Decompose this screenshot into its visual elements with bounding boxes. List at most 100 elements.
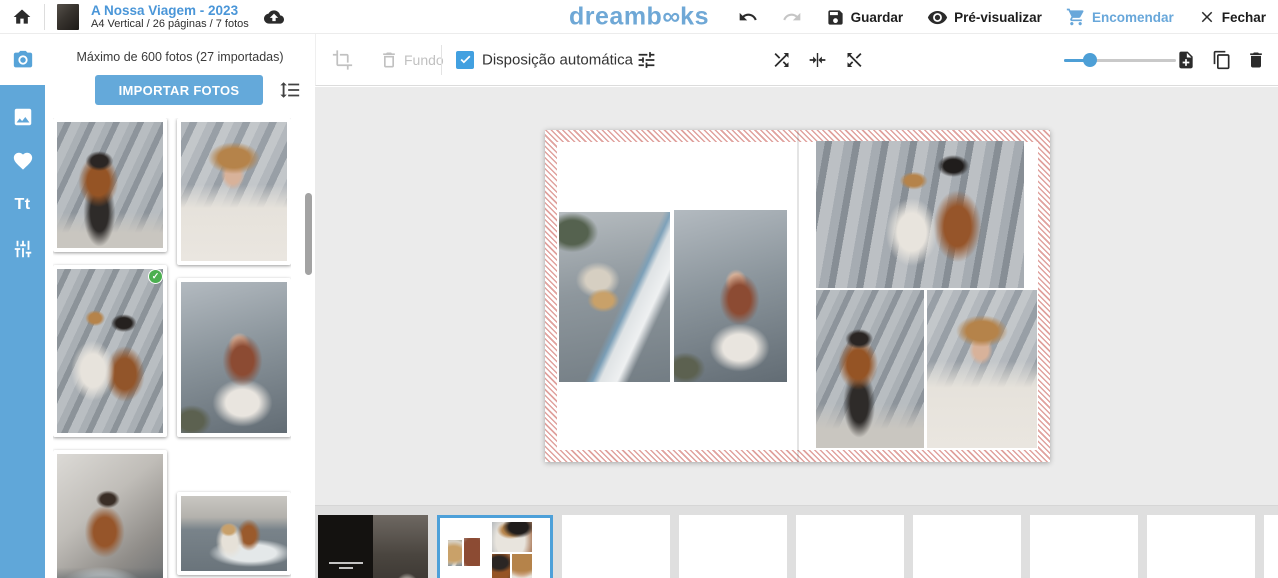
mini-photo — [512, 554, 532, 578]
close-label: Fechar — [1222, 10, 1266, 25]
photo-image — [181, 122, 287, 261]
mini-photo — [448, 540, 462, 566]
page-thumbnail-blank-3[interactable] — [679, 515, 787, 578]
shuffle-photos-icon[interactable] — [844, 49, 865, 70]
photo-column-right — [177, 118, 291, 578]
page-thumbnail-blank-4[interactable] — [796, 515, 904, 578]
eye-icon — [927, 7, 948, 28]
camera-icon — [12, 49, 34, 71]
sort-order-icon[interactable] — [279, 79, 301, 101]
undo-icon[interactable] — [738, 7, 758, 27]
image-icon — [12, 106, 34, 128]
save-label: Guardar — [851, 10, 904, 25]
photo-limit-label: Máximo de 600 fotos (27 importadas) — [45, 50, 315, 64]
page-gutter — [797, 130, 799, 462]
cart-icon — [1066, 7, 1086, 27]
cover-title-line — [329, 562, 363, 564]
photobook-editor: A Nossa Viagem - 2023 A4 Vertical / 26 p… — [0, 0, 1278, 578]
zoom-slider[interactable] — [1064, 53, 1176, 67]
mini-photo — [464, 538, 480, 566]
remove-background-button[interactable]: Fundo — [379, 50, 444, 70]
book-title[interactable]: A Nossa Viagem - 2023 — [91, 3, 249, 19]
sidebar-item-photos[interactable] — [0, 34, 45, 85]
spread-photo-woman-reaching-from-boat[interactable] — [559, 212, 670, 382]
merge-arrows-icon[interactable] — [807, 49, 828, 70]
delete-page-icon[interactable] — [1246, 50, 1266, 70]
close-icon — [1198, 8, 1216, 26]
book-meta: A Nossa Viagem - 2023 A4 Vertical / 26 p… — [91, 3, 249, 31]
photo-thumb-woman-with-hat-portrait[interactable] — [177, 118, 291, 265]
page-thumbnail-blank-5[interactable] — [913, 515, 1021, 578]
trash-outline-icon — [379, 50, 399, 70]
close-button[interactable]: Fechar — [1198, 8, 1266, 26]
background-label: Fundo — [404, 52, 444, 68]
save-icon — [826, 8, 845, 27]
mini-photo — [492, 522, 532, 552]
photo-image — [57, 269, 163, 433]
photo-image — [57, 122, 163, 248]
photo-panel: Máximo de 600 fotos (27 importadas) IMPO… — [45, 34, 315, 578]
page-thumbnail-blank-6[interactable] — [1030, 515, 1138, 578]
photo-grid: ✓ — [53, 118, 291, 578]
sidebar-tools: Tt — [0, 85, 45, 578]
spread-photo-woman-leaning-back-by-lake[interactable] — [674, 210, 787, 382]
import-photos-button[interactable]: IMPORTAR FOTOS — [95, 75, 263, 105]
save-button[interactable]: Guardar — [826, 8, 904, 27]
home-icon[interactable] — [12, 7, 32, 27]
cover-front — [318, 515, 373, 578]
crop-icon[interactable] — [332, 49, 353, 70]
preview-label: Pré-visualizar — [954, 10, 1042, 25]
cloud-upload-icon[interactable] — [261, 7, 287, 27]
auto-layout-checkbox[interactable] — [456, 51, 474, 69]
heart-icon — [12, 150, 34, 172]
editor-canvas[interactable] — [315, 87, 1278, 505]
shuffle-layout-icon[interactable] — [771, 49, 792, 70]
photo-used-check-icon: ✓ — [148, 269, 163, 284]
photo-column-left: ✓ — [53, 118, 167, 578]
photo-thumb-man-sitting-in-boat-cave[interactable] — [53, 450, 167, 578]
photo-image — [181, 496, 287, 571]
add-page-icon[interactable] — [1176, 50, 1196, 70]
photo-image — [57, 454, 163, 578]
cover-photo — [373, 515, 428, 578]
text-icon: Tt — [14, 196, 30, 214]
tune-icon[interactable] — [636, 49, 657, 70]
page-thumbnail-book-cover[interactable] — [318, 515, 428, 578]
pages-strip — [315, 505, 1278, 578]
page-thumbnail-blank-8[interactable] — [1264, 515, 1278, 578]
cover-title-line — [339, 567, 353, 569]
sidebar-item-text[interactable]: Tt — [0, 183, 45, 227]
duplicate-page-icon[interactable] — [1212, 50, 1232, 70]
tune-icon — [12, 238, 34, 260]
divider — [441, 45, 442, 75]
order-button[interactable]: Encomendar — [1066, 7, 1174, 27]
auto-layout-label: Disposição automática — [482, 51, 633, 68]
spread-photo-couple-at-marble-wall[interactable] — [816, 141, 1024, 288]
photo-panel-scrollbar[interactable] — [305, 193, 312, 275]
divider — [44, 4, 45, 30]
photo-image — [181, 282, 287, 433]
redo-icon — [782, 7, 802, 27]
page-thumbnail-blank-7[interactable] — [1147, 515, 1255, 578]
photo-thumb-woman-leaning-back-by-lake[interactable] — [177, 278, 291, 437]
book-specs: A4 Vertical / 26 páginas / 7 fotos — [91, 18, 249, 31]
spread-photo-woman-with-hat-portrait[interactable] — [927, 290, 1037, 448]
page-thumbnail-pages-2-3[interactable] — [437, 515, 553, 578]
photo-thumb-couple-rowing-boat[interactable] — [177, 492, 291, 575]
editor-toolbar: Fundo Disposição automática — [315, 34, 1278, 86]
page-thumbnail-blank-2[interactable] — [562, 515, 670, 578]
order-label: Encomendar — [1092, 10, 1174, 25]
sidebar-item-settings[interactable] — [0, 227, 45, 271]
book-spread[interactable] — [545, 130, 1050, 462]
sidebar: Tt — [0, 34, 45, 578]
photo-thumb-couple-selfie-on-rocks[interactable]: ✓ — [53, 265, 167, 437]
mini-photo — [492, 554, 510, 578]
photo-thumb-man-leaning-on-marble-rocks[interactable] — [53, 118, 167, 252]
spread-photo-man-leaning-on-marble-rocks[interactable] — [816, 290, 924, 448]
book-cover-thumbnail[interactable] — [57, 4, 79, 30]
preview-button[interactable]: Pré-visualizar — [927, 7, 1042, 28]
zoom-slider-thumb[interactable] — [1083, 53, 1097, 67]
sidebar-item-favorites[interactable] — [0, 139, 45, 183]
top-bar: A Nossa Viagem - 2023 A4 Vertical / 26 p… — [0, 0, 1278, 34]
sidebar-item-layouts[interactable] — [0, 95, 45, 139]
